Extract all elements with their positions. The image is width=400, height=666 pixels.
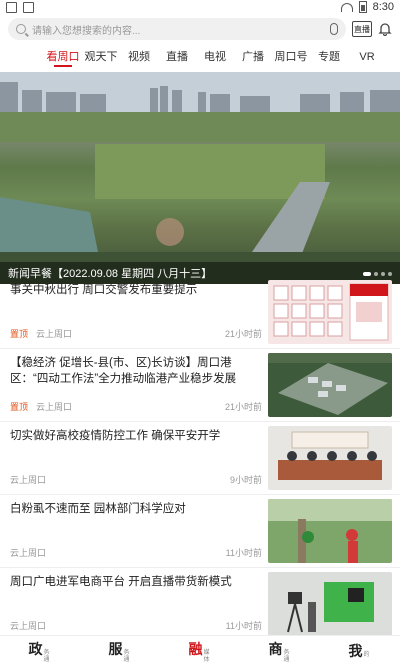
news-meta: 置顶 云上周口 21小时前 <box>10 400 262 413</box>
live-button[interactable]: 直播 <box>352 21 372 37</box>
news-title: 切实做好高校疫情防控工作 确保平安开学 <box>10 430 221 442</box>
nav-sublabel: 的 <box>363 652 370 658</box>
nav-me[interactable]: 我 的 <box>349 641 372 661</box>
nav-sublabel: 务通 <box>283 649 290 663</box>
nav-label: 融 <box>188 640 203 657</box>
tab-tv[interactable]: 电视 <box>196 47 234 67</box>
bell-icon[interactable] <box>378 22 392 36</box>
news-time: 21小时前 <box>224 329 262 339</box>
tab-vr[interactable]: VR <box>348 47 386 67</box>
news-thumbnail <box>268 353 392 417</box>
news-title: 【稳经济 促增长-县(市、区)长访谈】周口港区：“四动工作法”全力推动临港产业稳… <box>10 357 237 385</box>
nav-label: 政 <box>28 640 43 657</box>
tab-live[interactable]: 直播 <box>158 47 196 67</box>
news-meta: 云上周口 11小时前 <box>10 546 262 559</box>
tab-radio[interactable]: 广播 <box>234 47 272 67</box>
news-source: 云上周口 <box>36 329 73 339</box>
news-time: 9小时前 <box>229 475 262 485</box>
microphone-icon[interactable] <box>330 23 338 35</box>
news-thumbnail <box>268 426 392 490</box>
news-thumbnail <box>268 572 392 636</box>
hero-image <box>0 72 400 284</box>
news-source: 云上周口 <box>10 548 47 558</box>
nav-media[interactable]: 融 媒体 <box>189 639 212 664</box>
tab-zhoukou-hao[interactable]: 周口号 <box>272 47 310 67</box>
news-time: 11小时前 <box>225 548 262 558</box>
search-input[interactable]: 请输入您想搜索的内容... <box>8 18 346 40</box>
bottom-nav: 政 务通 服 务通 融 媒体 商 务通 我 的 <box>0 635 400 666</box>
news-item[interactable]: 【稳经济 促增长-县(市、区)长访谈】周口港区：“四动工作法”全力推动临港产业稳… <box>0 349 400 422</box>
news-source: 云上周口 <box>10 475 47 485</box>
news-source: 云上周口 <box>36 402 73 412</box>
news-item[interactable]: 周口广电进军电商平台 开启直播带货新模式 云上周口 11小时前 <box>0 568 400 641</box>
channel-tabs: 看周口 观天下 视频 直播 电视 广播 周口号 专题 VR <box>0 46 400 68</box>
nav-sublabel: 媒体 <box>203 649 210 663</box>
nav-sublabel: 务通 <box>123 649 130 663</box>
status-bar: 8:30 <box>0 0 400 14</box>
app-icon <box>23 1 34 13</box>
nav-government[interactable]: 政 务通 <box>29 639 52 664</box>
news-meta: 云上周口 11小时前 <box>10 619 262 632</box>
battery-icon <box>358 1 367 13</box>
news-time: 11小时前 <box>225 621 262 631</box>
news-feed: 事关中秋出行 周口交警发布重要提示 置顶 云上周口 21小时前 【稳经济 促增长… <box>0 276 400 641</box>
news-item[interactable]: 事关中秋出行 周口交警发布重要提示 置顶 云上周口 21小时前 <box>0 276 400 349</box>
pinned-tag: 置顶 <box>10 329 29 339</box>
nav-label: 我 <box>348 643 363 659</box>
nav-service[interactable]: 服 务通 <box>109 639 132 664</box>
news-meta: 置顶 云上周口 21小时前 <box>10 327 262 340</box>
notification-icon <box>6 1 17 13</box>
hero-banner[interactable]: 新闻早餐【2022.09.08 星期四 八月十三】 <box>0 72 400 284</box>
nav-sublabel: 务通 <box>43 649 50 663</box>
news-time: 21小时前 <box>224 402 262 412</box>
news-item[interactable]: 切实做好高校疫情防控工作 确保平安开学 云上周口 9小时前 <box>0 422 400 495</box>
search-icon <box>16 24 26 34</box>
pinned-tag: 置顶 <box>10 402 29 412</box>
wifi-icon <box>340 2 353 12</box>
news-title: 事关中秋出行 周口交警发布重要提示 <box>10 284 198 296</box>
tab-kan-zhoukou[interactable]: 看周口 <box>44 47 82 67</box>
news-title: 白粉虱不速而至 园林部门科学应对 <box>10 503 186 515</box>
news-title: 周口广电进军电商平台 开启直播带货新模式 <box>10 576 232 588</box>
top-bar: 请输入您想搜索的内容... 直播 <box>0 16 400 42</box>
search-placeholder: 请输入您想搜索的内容... <box>32 25 141 37</box>
tab-video[interactable]: 视频 <box>120 47 158 67</box>
news-item[interactable]: 白粉虱不速而至 园林部门科学应对 云上周口 11小时前 <box>0 495 400 568</box>
nav-commerce[interactable]: 商 务通 <box>269 639 292 664</box>
tab-topics[interactable]: 专题 <box>310 47 348 67</box>
news-meta: 云上周口 9小时前 <box>10 473 262 486</box>
tab-guan-tianxia[interactable]: 观天下 <box>82 47 120 67</box>
news-source: 云上周口 <box>10 621 47 631</box>
news-thumbnail <box>268 280 392 344</box>
status-time: 8:30 <box>372 1 394 13</box>
nav-label: 商 <box>268 640 283 657</box>
news-thumbnail <box>268 499 392 563</box>
nav-label: 服 <box>108 640 123 657</box>
